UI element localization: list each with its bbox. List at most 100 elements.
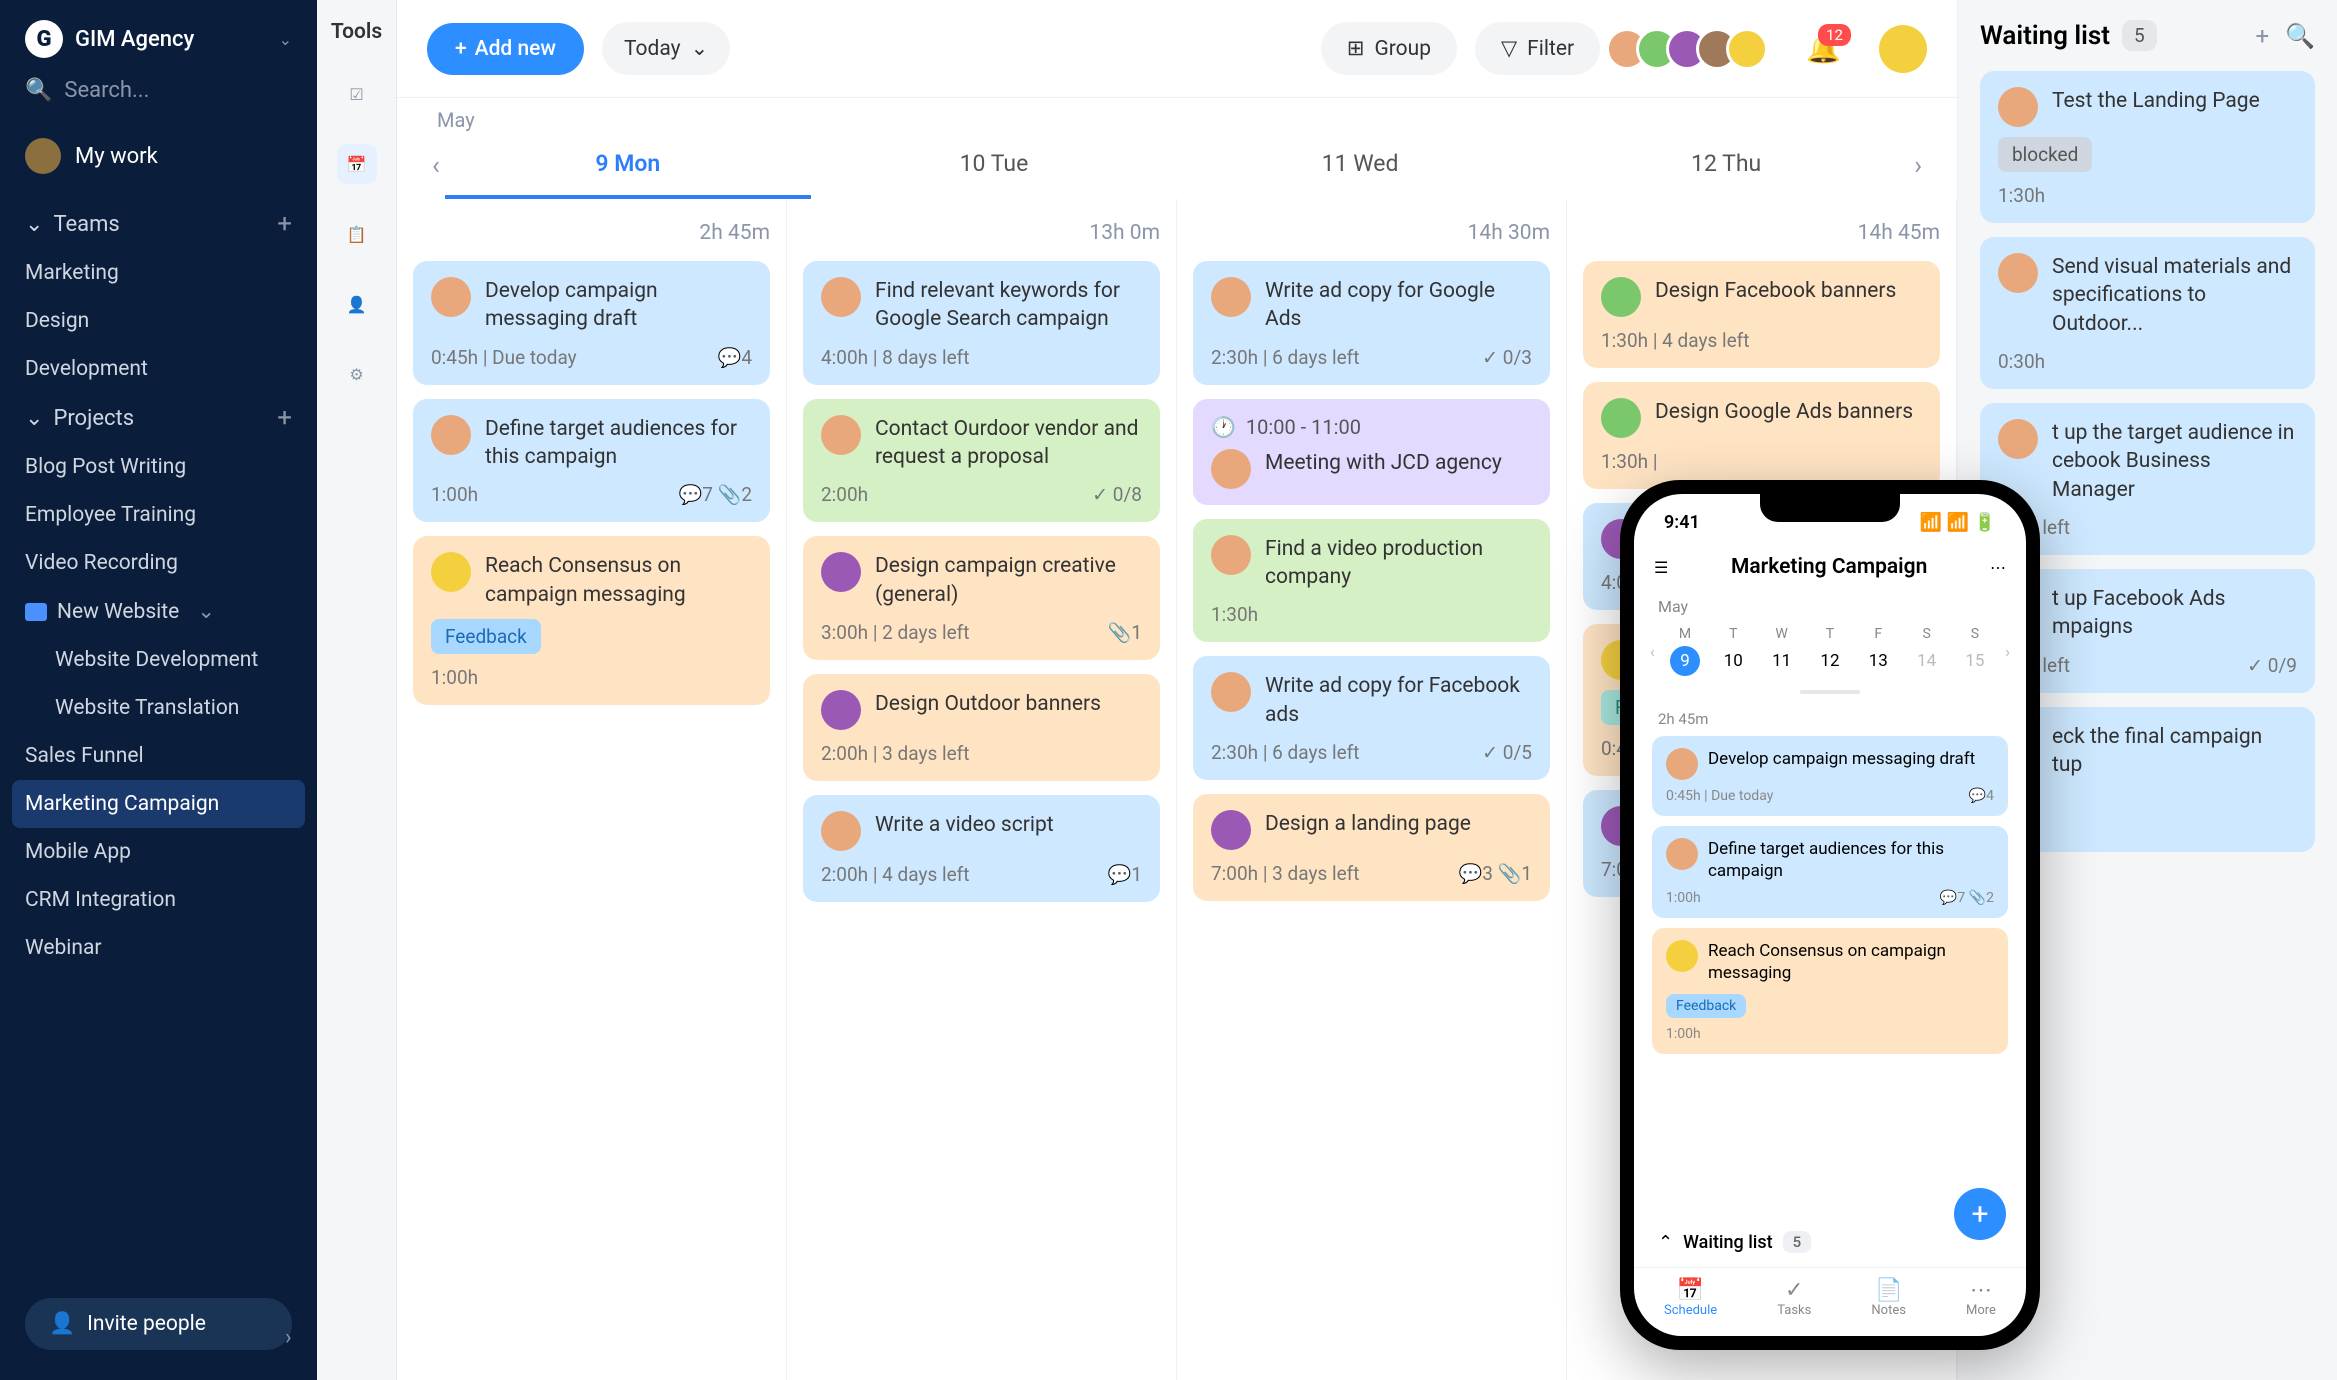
task-card[interactable]: Develop campaign messaging draft0:45h | … xyxy=(413,261,770,385)
avatar xyxy=(1666,940,1698,972)
phone-day[interactable]: S15 xyxy=(1960,626,1990,676)
tab-icon: 📄 xyxy=(1871,1278,1906,1303)
sidebar-project-item[interactable]: Blog Post Writing xyxy=(0,443,317,491)
filter-button[interactable]: ▽Filter xyxy=(1475,22,1600,75)
phone-tab-tasks[interactable]: ✓Tasks xyxy=(1777,1278,1811,1318)
day-total-time: 13h 0m xyxy=(803,211,1160,261)
sidebar-project-subitem[interactable]: Website Translation xyxy=(0,684,317,732)
task-meta: 2:00h | 4 days left xyxy=(821,863,970,886)
phone-next-week-icon[interactable]: › xyxy=(1999,642,2016,661)
sidebar-project-item[interactable]: Employee Training xyxy=(0,491,317,539)
phone-tab-schedule[interactable]: 📅Schedule xyxy=(1664,1278,1717,1318)
task-card[interactable]: Reach Consensus on campaign messagingFee… xyxy=(413,536,770,705)
tool-rail: Tools ☑ 📅 📋 👤 ⚙ xyxy=(317,0,397,1380)
sidebar-project-item[interactable]: Sales Funnel xyxy=(0,732,317,780)
member-avatars[interactable] xyxy=(1618,28,1768,70)
notes-tool-icon[interactable]: 📋 xyxy=(337,214,377,254)
phone-task-card[interactable]: Develop campaign messaging draft0:45h | … xyxy=(1652,736,2008,816)
collapse-sidebar-icon[interactable]: › xyxy=(285,1325,292,1350)
search-placeholder: Search... xyxy=(64,78,149,103)
task-card[interactable]: Define target audiences for this campaig… xyxy=(413,399,770,523)
phone-day[interactable]: S14 xyxy=(1912,626,1942,676)
task-title: Define target audiences for this campaig… xyxy=(1708,838,1994,882)
plus-icon: + xyxy=(455,37,467,61)
task-card[interactable]: Design Facebook banners1:30h | 4 days le… xyxy=(1583,261,1940,368)
sidebar-project-item[interactable]: Webinar xyxy=(0,924,317,972)
next-week-icon[interactable]: › xyxy=(1909,151,1927,181)
sidebar-project-item[interactable]: New Website⌄ xyxy=(0,587,317,636)
phone-task-card[interactable]: Define target audiences for this campaig… xyxy=(1652,826,2008,918)
menu-icon[interactable]: ☰ xyxy=(1654,558,1668,577)
phone-task-card[interactable]: Reach Consensus on campaign messagingFee… xyxy=(1652,928,2008,1054)
sidebar-project-subitem[interactable]: Website Development xyxy=(0,636,317,684)
add-team-icon[interactable]: + xyxy=(277,209,292,239)
waiting-list-count: 5 xyxy=(2122,20,2157,51)
phone-tab-notes[interactable]: 📄Notes xyxy=(1871,1278,1906,1318)
task-meta: 4:00h | 8 days left xyxy=(821,346,970,369)
calendar-day-tab[interactable]: 10 Tue xyxy=(811,132,1177,199)
avatar xyxy=(1666,838,1698,870)
phone-day[interactable]: T12 xyxy=(1815,626,1845,676)
phone-add-button[interactable]: + xyxy=(1954,1188,2006,1240)
phone-prev-week-icon[interactable]: ‹ xyxy=(1644,642,1661,661)
task-card[interactable]: Find a video production company1:30h xyxy=(1193,519,1550,643)
chevron-down-icon[interactable]: ⌄ xyxy=(279,30,292,49)
avatar xyxy=(1211,277,1251,317)
calendar-tool-icon[interactable]: 📅 xyxy=(337,144,377,184)
phone-day[interactable]: W11 xyxy=(1767,626,1797,676)
waiting-card[interactable]: Send visual materials and specifications… xyxy=(1980,237,2315,389)
teams-section-header[interactable]: ⌄ Teams + xyxy=(0,199,317,249)
sidebar-project-item[interactable]: Mobile App xyxy=(0,828,317,876)
phone-tab-more[interactable]: ⋯More xyxy=(1966,1278,1996,1318)
sidebar-project-item[interactable]: Marketing Campaign xyxy=(12,780,305,828)
settings-tool-icon[interactable]: ⚙ xyxy=(337,354,377,394)
day-column: 13h 0mFind relevant keywords for Google … xyxy=(787,199,1177,1380)
task-card[interactable]: Design campaign creative (general)3:00h … xyxy=(803,536,1160,660)
more-icon[interactable]: ⋯ xyxy=(1990,558,2006,577)
phone-wl-label: Waiting list xyxy=(1683,1232,1773,1253)
people-tool-icon[interactable]: 👤 xyxy=(337,284,377,324)
task-card[interactable]: Contact Ourdoor vendor and request a pro… xyxy=(803,399,1160,523)
invite-people-button[interactable]: 👤 Invite people xyxy=(25,1298,292,1350)
workspace-name[interactable]: GIM Agency xyxy=(75,27,267,52)
calendar-day-tab[interactable]: 12 Thu xyxy=(1543,132,1909,199)
task-card[interactable]: Design Outdoor banners2:00h | 3 days lef… xyxy=(803,674,1160,781)
projects-section-header[interactable]: ⌄ Projects + xyxy=(0,393,317,443)
task-card[interactable]: Write ad copy for Google Ads2:30h | 6 da… xyxy=(1193,261,1550,385)
add-new-button[interactable]: +Add new xyxy=(427,23,584,75)
task-title: Design Google Ads banners xyxy=(1655,398,1913,426)
today-button[interactable]: Today⌄ xyxy=(602,22,730,75)
calendar-day-tab[interactable]: 11 Wed xyxy=(1177,132,1543,199)
search-waiting-icon[interactable]: 🔍 xyxy=(2285,22,2315,50)
task-card[interactable]: Design a landing page7:00h | 3 days left… xyxy=(1193,794,1550,901)
search-input[interactable]: 🔍 Search... xyxy=(25,78,292,103)
waiting-list-title: Waiting list xyxy=(1980,21,2110,51)
phone-day[interactable]: M9 xyxy=(1670,626,1700,676)
waiting-card[interactable]: Test the Landing Pageblocked1:30h xyxy=(1980,71,2315,223)
notifications-button[interactable]: 🔔 12 xyxy=(1806,32,1841,65)
filter-icon: ▽ xyxy=(1501,36,1517,61)
checkbox-tool-icon[interactable]: ☑ xyxy=(337,74,377,114)
sidebar-team-item[interactable]: Marketing xyxy=(0,249,317,297)
calendar-day-tab[interactable]: 9 Mon xyxy=(445,132,811,199)
sidebar-team-item[interactable]: Development xyxy=(0,345,317,393)
task-card[interactable]: Write ad copy for Facebook ads2:30h | 6 … xyxy=(1193,656,1550,780)
sidebar-team-item[interactable]: Design xyxy=(0,297,317,345)
prev-week-icon[interactable]: ‹ xyxy=(427,151,445,181)
projects-label: Projects xyxy=(53,406,134,431)
avatar xyxy=(1998,253,2038,293)
add-waiting-icon[interactable]: + xyxy=(2255,22,2269,50)
my-work-link[interactable]: My work xyxy=(0,128,317,199)
phone-day[interactable]: T10 xyxy=(1718,626,1748,676)
task-card[interactable]: Design Google Ads banners1:30h | xyxy=(1583,382,1940,489)
notification-badge: 12 xyxy=(1818,24,1851,46)
current-user-avatar[interactable] xyxy=(1879,25,1927,73)
sidebar-project-item[interactable]: Video Recording xyxy=(0,539,317,587)
phone-day[interactable]: F13 xyxy=(1863,626,1893,676)
task-card[interactable]: Find relevant keywords for Google Search… xyxy=(803,261,1160,385)
task-card[interactable]: 🕐10:00 - 11:00 Meeting with JCD agency xyxy=(1193,399,1550,505)
add-project-icon[interactable]: + xyxy=(277,403,292,433)
task-card[interactable]: Write a video script2:00h | 4 days left💬… xyxy=(803,795,1160,902)
group-button[interactable]: ⊞Group xyxy=(1321,22,1457,75)
sidebar-project-item[interactable]: CRM Integration xyxy=(0,876,317,924)
